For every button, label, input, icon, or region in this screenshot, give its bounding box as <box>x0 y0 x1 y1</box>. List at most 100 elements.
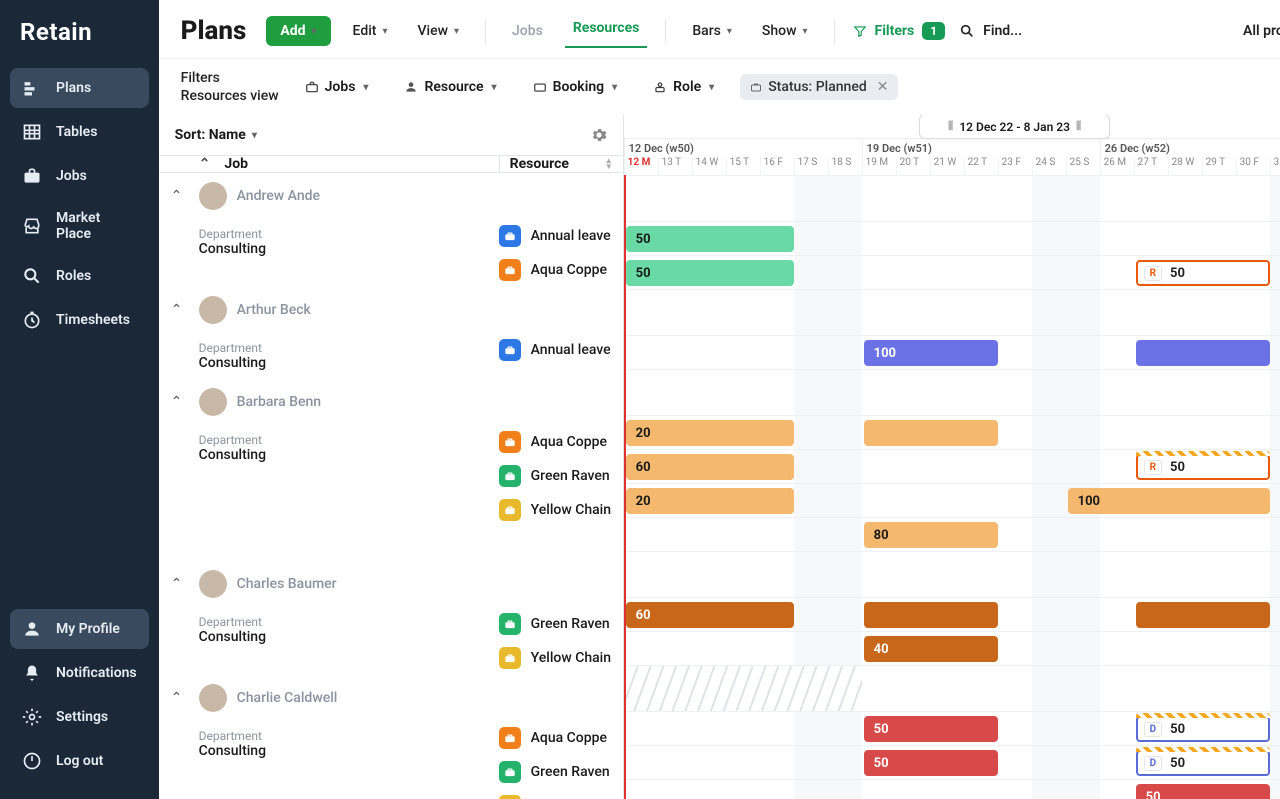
booking-bar[interactable]: 100 <box>864 340 998 366</box>
task-color-icon <box>499 431 521 453</box>
nav-jobs[interactable]: Jobs <box>10 156 149 196</box>
chevron-up-icon[interactable]: ⌃ <box>171 690 189 706</box>
gear-icon[interactable] <box>591 127 607 143</box>
day-label: 16 F <box>760 157 794 175</box>
resource-group[interactable]: ⌃Arthur Beck <box>159 287 623 333</box>
day-label: 17 S <box>794 157 828 175</box>
task-row[interactable]: Green Raven <box>499 755 623 789</box>
booking-bar[interactable] <box>864 420 998 446</box>
nav-plans[interactable]: Plans <box>10 68 149 108</box>
day-label: 26 M <box>1100 157 1134 175</box>
nav-timesheets[interactable]: Timesheets <box>10 300 149 340</box>
avatar <box>199 570 227 598</box>
booking-bar[interactable]: R50 <box>1136 454 1270 480</box>
booking-bar[interactable]: 80 <box>864 522 998 548</box>
task-row[interactable]: Yellow Chain <box>499 641 623 675</box>
task-row[interactable]: Yellow Chain <box>499 493 623 527</box>
booking-bar[interactable]: 50 <box>1136 784 1270 799</box>
booking-bar[interactable]: 50 <box>864 716 998 742</box>
filter-booking[interactable]: Booking▾ <box>523 74 628 100</box>
booking-bar[interactable]: 60 <box>626 454 794 480</box>
filter-icon <box>853 24 867 38</box>
menu-show[interactable]: Show▾ <box>754 17 816 45</box>
nav-gear[interactable]: Settings <box>10 697 149 737</box>
day-label: 25 S <box>1066 157 1100 175</box>
tab-jobs[interactable]: Jobs <box>504 17 551 45</box>
collapse-all-icon[interactable]: ⌃ <box>199 156 211 172</box>
dept-label: Department <box>199 433 499 447</box>
week-label: 26 Dec (w52) <box>1100 139 1280 157</box>
filters-button[interactable]: Filters 1 <box>853 22 946 40</box>
nav-profile[interactable]: My Profile <box>10 609 149 649</box>
resource-group[interactable]: ⌃Andrew Ande <box>159 173 623 219</box>
menu-bars[interactable]: Bars▾ <box>684 17 740 45</box>
task-row[interactable]: Annual leave <box>499 219 623 253</box>
filter-tag-status[interactable]: Status: Planned✕ <box>740 74 898 100</box>
sort-icon[interactable]: ▲▼ <box>605 158 613 170</box>
scope-selector[interactable]: All projects and resources▾ <box>1235 17 1280 45</box>
person-icon <box>404 80 418 94</box>
nav-market[interactable]: Market Place <box>10 200 149 252</box>
booking-bar[interactable]: D50 <box>1136 716 1270 742</box>
app-logo: Retain <box>10 18 149 68</box>
task-color-icon <box>499 647 521 669</box>
chevron-up-icon[interactable]: ⌃ <box>171 576 189 592</box>
nav-roles[interactable]: Roles <box>10 256 149 296</box>
booking-bar[interactable]: 50 <box>864 750 998 776</box>
booking-bar[interactable]: 20 <box>626 488 794 514</box>
task-row[interactable]: Aqua Coppe <box>499 425 623 459</box>
task-row[interactable]: Green Raven <box>499 459 623 493</box>
chevron-up-icon[interactable]: ⌃ <box>171 302 189 318</box>
plans-icon <box>22 78 42 98</box>
col-resource[interactable]: Resource <box>510 156 569 172</box>
task-row[interactable]: Yellow Chain <box>499 789 623 799</box>
avatar <box>199 296 227 324</box>
booking-bar[interactable] <box>864 602 998 628</box>
market-icon <box>22 216 42 236</box>
filter-resource[interactable]: Resource▾ <box>394 74 506 100</box>
dept-value: Consulting <box>199 447 499 463</box>
tab-resources[interactable]: Resources <box>565 14 648 48</box>
date-range-pill[interactable]: ⦀12 Dec 22 - 8 Jan 23⦀ <box>919 115 1110 139</box>
dept-value: Consulting <box>199 629 499 645</box>
nav-logout[interactable]: Log out <box>10 741 149 781</box>
add-button[interactable]: Add▾ <box>266 16 330 46</box>
task-color-icon <box>499 761 521 783</box>
filter-role[interactable]: Role▾ <box>643 74 724 100</box>
booking-bar[interactable]: R50 <box>1136 260 1270 286</box>
booking-icon <box>533 80 547 94</box>
resource-group[interactable]: ⌃Charlie Caldwell <box>159 675 623 721</box>
avatar <box>199 684 227 712</box>
nav-tables[interactable]: Tables <box>10 112 149 152</box>
booking-bar[interactable]: D50 <box>1136 750 1270 776</box>
resource-group[interactable]: ⌃Charles Baumer <box>159 561 623 607</box>
day-label: 28 W <box>1168 157 1202 175</box>
booking-bar[interactable]: 50 <box>626 226 794 252</box>
filter-jobs[interactable]: Jobs▾ <box>295 74 379 100</box>
chevron-up-icon[interactable]: ⌃ <box>171 394 189 410</box>
task-row[interactable]: Green Raven <box>499 607 623 641</box>
task-row[interactable]: Aqua Coppe <box>499 253 623 287</box>
booking-bar[interactable]: 40 <box>864 636 998 662</box>
sort-selector[interactable]: Sort: Name▾ <box>175 127 257 143</box>
day-label: 21 W <box>930 157 964 175</box>
menu-edit[interactable]: Edit▾ <box>345 17 396 45</box>
menu-view[interactable]: View▾ <box>409 17 467 45</box>
resource-group[interactable]: ⌃Barbara Benn <box>159 379 623 425</box>
task-row[interactable]: Aqua Coppe <box>499 721 623 755</box>
day-label: 29 T <box>1202 157 1236 175</box>
chevron-down-icon: ▾ <box>312 26 317 37</box>
briefcase-icon <box>305 80 319 94</box>
task-color-icon <box>499 259 521 281</box>
chevron-up-icon[interactable]: ⌃ <box>171 188 189 204</box>
booking-bar[interactable]: 100 <box>1068 488 1270 514</box>
booking-bar[interactable]: 50 <box>626 260 794 286</box>
task-row[interactable]: Annual leave <box>499 333 623 367</box>
close-icon[interactable]: ✕ <box>877 79 889 95</box>
booking-bar[interactable] <box>1136 602 1270 628</box>
nav-bell[interactable]: Notifications <box>10 653 149 693</box>
booking-bar[interactable]: 60 <box>626 602 794 628</box>
booking-bar[interactable]: 20 <box>626 420 794 446</box>
find-button[interactable]: Find... <box>959 23 1022 39</box>
booking-bar[interactable] <box>1136 340 1270 366</box>
